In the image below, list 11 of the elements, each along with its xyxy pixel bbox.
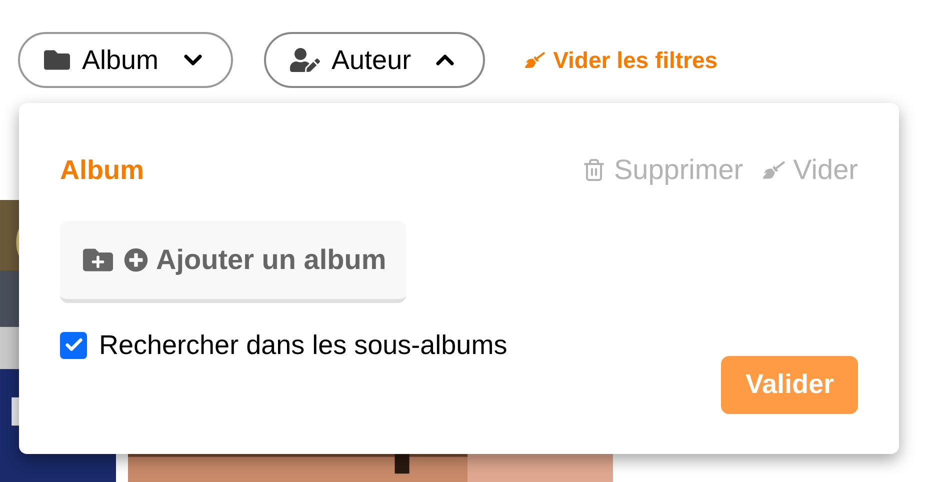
checkbox-label: Rechercher dans les sous-albums — [99, 329, 508, 362]
filter-dropdown[interactable]: Album — [18, 32, 233, 88]
checkbox[interactable] — [60, 332, 87, 359]
user-edit-icon — [290, 47, 320, 73]
trash-icon — [582, 156, 606, 184]
broom-icon — [763, 158, 786, 182]
clear-filters-link[interactable]: Vider les filtres — [525, 42, 718, 78]
add-album-button[interactable]: Ajouter un album — [60, 221, 406, 303]
popup-title: Album — [60, 154, 144, 187]
validate-button[interactable]: Valider — [721, 356, 858, 414]
filter-dropdown[interactable]: Auteur — [264, 32, 486, 88]
